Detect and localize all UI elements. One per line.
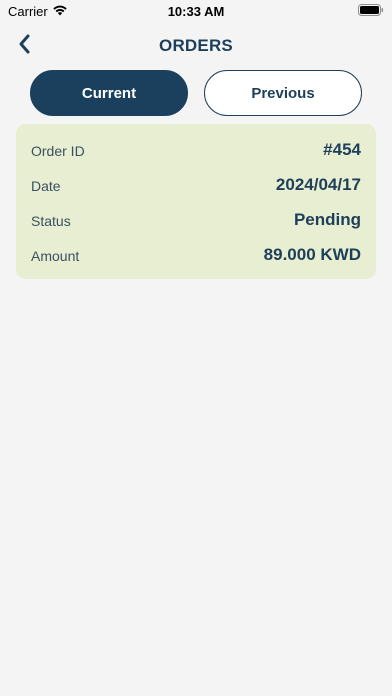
order-date-row: Date 2024/04/17: [16, 172, 376, 202]
tab-previous-label: Previous: [251, 84, 315, 102]
order-card[interactable]: Order ID #454 Date 2024/04/17 Status Pen…: [16, 124, 376, 279]
status-time: 10:33 AM: [167, 4, 225, 19]
order-amount-row: Amount 89.000 KWD: [16, 242, 376, 272]
order-status-value: Pending: [293, 210, 361, 229]
battery-icon: [358, 4, 384, 16]
tab-current-label: Current: [81, 84, 137, 102]
order-date-value: 2024/04/17: [275, 175, 361, 194]
header: ORDERS: [0, 30, 392, 60]
tab-previous[interactable]: Previous: [204, 70, 362, 116]
order-amount-value: 89.000 KWD: [263, 245, 361, 264]
order-status-row: Status Pending: [16, 207, 376, 237]
order-id-value: #454: [323, 140, 361, 159]
order-id-label: Order ID: [31, 143, 85, 159]
order-id-row: Order ID #454: [16, 137, 376, 167]
order-status-label: Status: [31, 213, 71, 229]
order-amount-label: Amount: [31, 248, 80, 264]
status-bar: Carrier 10:33 AM: [0, 0, 392, 22]
order-date-label: Date: [31, 178, 61, 194]
page-title: ORDERS: [159, 36, 233, 55]
tab-current[interactable]: Current: [30, 70, 188, 116]
